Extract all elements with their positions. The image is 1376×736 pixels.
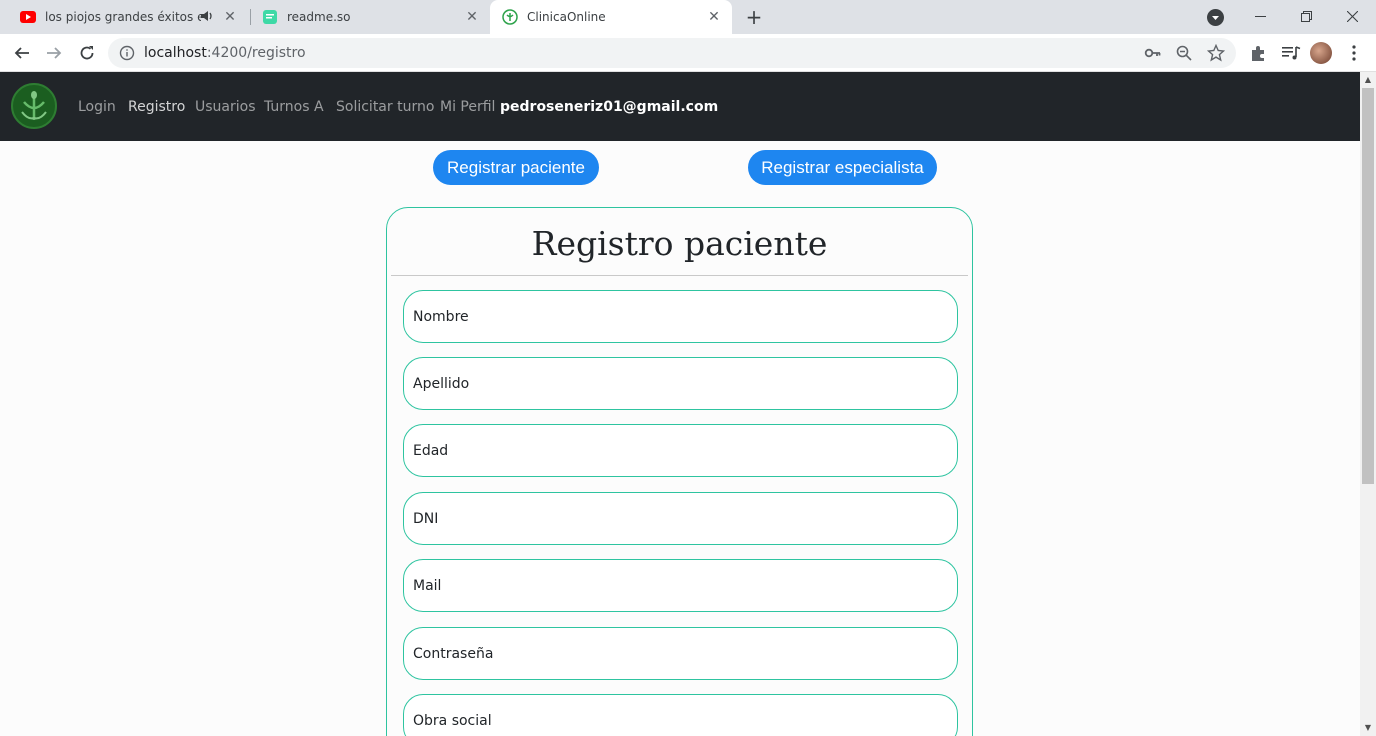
field-container (403, 627, 958, 680)
restore-icon[interactable] (1283, 0, 1329, 32)
readme-icon (262, 9, 278, 25)
browser-tab-readme[interactable]: readme.so ✕ (250, 0, 490, 34)
field-container (403, 357, 958, 410)
register-specialist-button[interactable]: Registrar especialista (748, 150, 937, 185)
register-patient-button[interactable]: Registrar paciente (433, 150, 599, 185)
tab-title: readme.so (287, 10, 351, 24)
close-tab-icon[interactable]: ✕ (222, 9, 238, 25)
clinica-logo-icon[interactable] (10, 82, 58, 130)
field-container (403, 424, 958, 477)
field-container (403, 694, 958, 736)
apellido-input[interactable] (404, 358, 957, 409)
url-text: localhost:4200/registro (144, 45, 306, 61)
browser-tab-strip: los piojos grandes éxitos en ✕ readme.so… (0, 0, 1376, 34)
clinica-logo-icon (502, 9, 518, 25)
site-info-icon[interactable] (119, 45, 135, 61)
close-window-icon[interactable] (1329, 0, 1375, 32)
browser-menu-icon[interactable] (1344, 43, 1364, 63)
zoom-icon[interactable] (1175, 44, 1193, 62)
nav-link-usuarios[interactable]: Usuarios (195, 99, 256, 115)
password-input[interactable] (404, 628, 957, 679)
nav-link-registro[interactable]: Registro (128, 99, 185, 115)
form-title: Registro paciente (531, 224, 828, 263)
scroll-down-arrow-icon[interactable]: ▼ (1360, 720, 1376, 736)
scrollbar-thumb[interactable] (1362, 88, 1374, 484)
extensions-puzzle-icon[interactable] (1248, 43, 1268, 63)
user-email: pedroseneriz01@gmail.com (500, 99, 719, 115)
field-container (403, 559, 958, 612)
nav-link-login[interactable]: Login (78, 99, 116, 115)
browser-toolbar: localhost:4200/registro (0, 34, 1376, 72)
site-navbar: Login Registro Usuarios Turnos A Solicit… (0, 72, 1360, 141)
bookmark-star-icon[interactable] (1206, 43, 1226, 62)
key-icon[interactable] (1144, 44, 1162, 62)
tab-search-icon[interactable] (1207, 9, 1224, 26)
minimize-icon[interactable] (1237, 0, 1283, 32)
nombre-input[interactable] (404, 291, 957, 342)
tab-title: los piojos grandes éxitos en (45, 10, 201, 24)
browser-tab-youtube[interactable]: los piojos grandes éxitos en ✕ (8, 0, 248, 34)
registration-form-card: Registro paciente (386, 207, 973, 736)
close-tab-icon[interactable]: ✕ (706, 9, 722, 25)
page-content: Registrar paciente Registrar especialist… (0, 141, 1360, 736)
page-scrollbar[interactable]: ▲ ▼ (1360, 72, 1376, 736)
address-bar[interactable]: localhost:4200/registro (108, 38, 1236, 68)
browser-tab-clinica[interactable]: ClinicaOnline ✕ (490, 0, 732, 34)
field-container (403, 290, 958, 343)
scroll-up-arrow-icon[interactable]: ▲ (1360, 72, 1376, 88)
nav-link-turnos[interactable]: Turnos A (264, 99, 324, 115)
reload-icon[interactable] (75, 41, 99, 65)
field-container (403, 492, 958, 545)
mail-input[interactable] (404, 560, 957, 611)
new-tab-icon[interactable]: + (743, 6, 765, 28)
profile-avatar[interactable] (1310, 42, 1332, 64)
edad-input[interactable] (404, 425, 957, 476)
media-controls-icon[interactable] (1281, 43, 1301, 63)
forward-arrow-icon[interactable] (42, 41, 66, 65)
tab-title: ClinicaOnline (527, 10, 606, 24)
back-arrow-icon[interactable] (10, 41, 34, 65)
obra-social-input[interactable] (404, 695, 957, 736)
dni-input[interactable] (404, 493, 957, 544)
speaker-icon[interactable] (200, 9, 216, 25)
title-divider (391, 275, 968, 276)
youtube-icon (20, 9, 36, 25)
nav-link-solicitar-turno[interactable]: Solicitar turno (336, 99, 434, 115)
nav-link-mi-perfil[interactable]: Mi Perfil (440, 99, 495, 115)
close-tab-icon[interactable]: ✕ (464, 9, 480, 25)
